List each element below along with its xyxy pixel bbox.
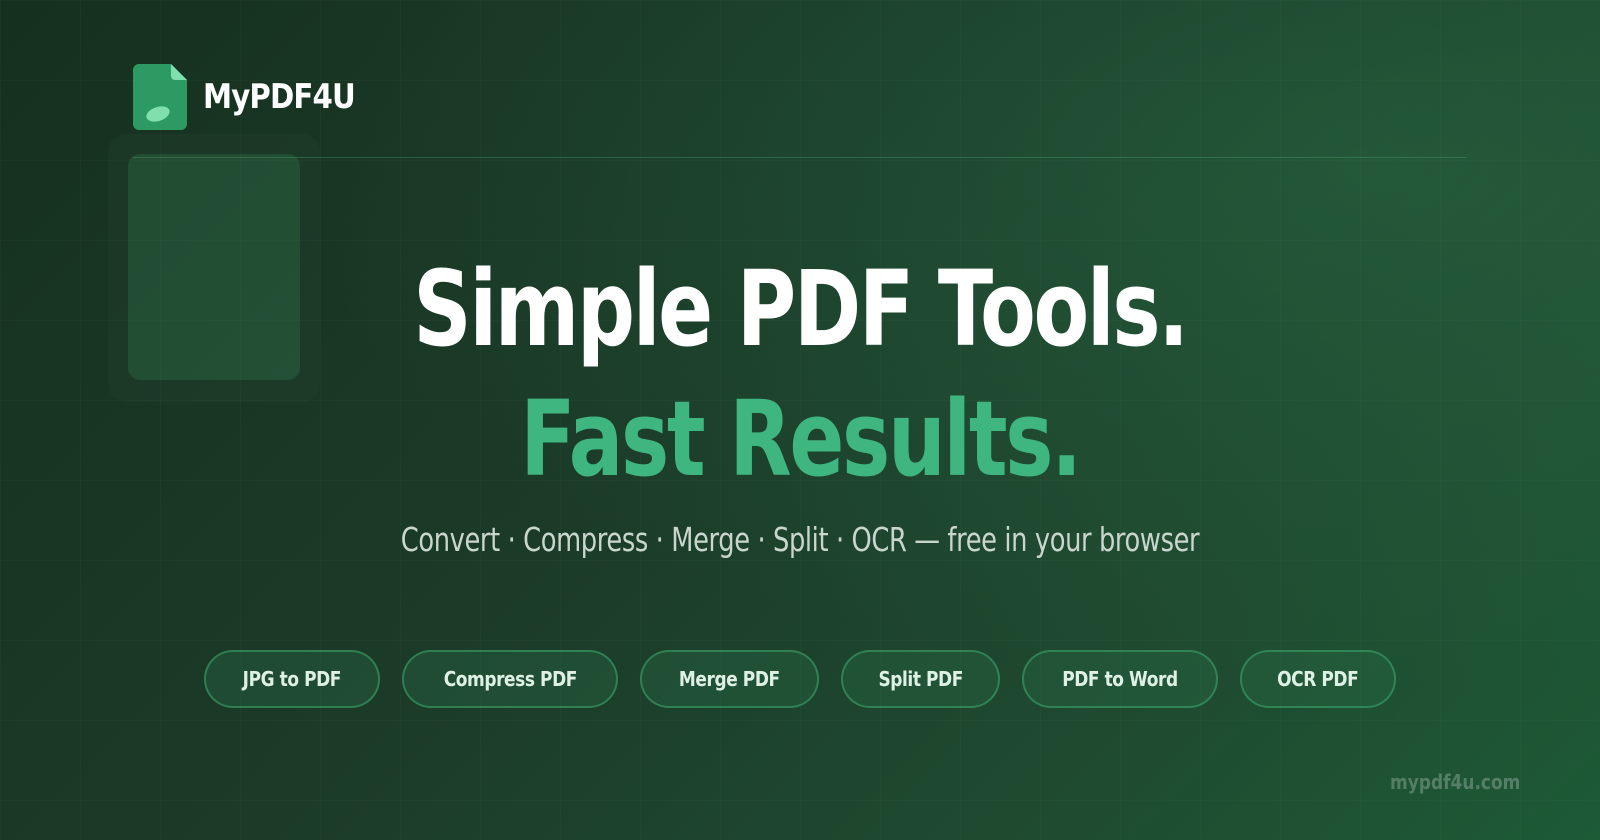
hero: Simple PDF Tools. Fast Results.	[0, 246, 1600, 506]
jpg-to-pdf-label: JPG to PDF	[242, 667, 342, 691]
merge-pdf-button[interactable]: Merge PDF	[640, 650, 820, 708]
compress-pdf-label: Compress PDF	[443, 667, 578, 691]
hero-headline: Simple PDF Tools.	[413, 248, 1189, 370]
pdf-to-word-label: PDF to Word	[1062, 667, 1179, 691]
header-divider	[133, 157, 1467, 158]
jpg-to-pdf-button[interactable]: JPG to PDF	[204, 650, 380, 708]
ocr-pdf-label: OCR PDF	[1277, 667, 1360, 691]
pdf-file-icon	[133, 64, 187, 130]
tool-buttons: JPG to PDF Compress PDF Merge PDF Split …	[0, 650, 1600, 708]
compress-pdf-button[interactable]: Compress PDF	[401, 650, 619, 708]
pdf-to-word-button[interactable]: PDF to Word	[1022, 650, 1219, 708]
brand-name: MyPDF4U	[203, 77, 356, 117]
split-pdf-label: Split PDF	[878, 667, 964, 691]
hero-tagline: Convert · Compress · Merge · Split · OCR…	[400, 520, 1200, 559]
footer-url-link[interactable]: mypdf4u.com	[1390, 770, 1520, 794]
brand-logo[interactable]: MyPDF4U	[133, 64, 380, 130]
hero-headline-accent: Fast Results.	[520, 378, 1082, 500]
ocr-pdf-button[interactable]: OCR PDF	[1240, 650, 1396, 708]
merge-pdf-label: Merge PDF	[679, 667, 781, 691]
split-pdf-button[interactable]: Split PDF	[841, 650, 1001, 708]
